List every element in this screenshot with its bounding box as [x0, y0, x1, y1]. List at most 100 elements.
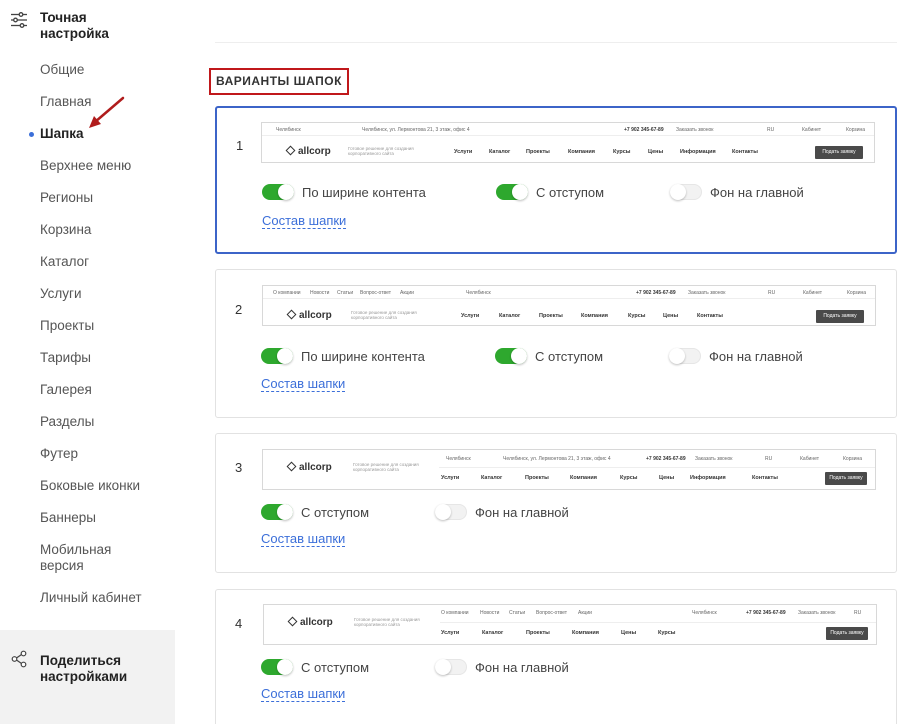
- sidebar-item-account[interactable]: Личный кабинет: [40, 590, 142, 622]
- sidebar-item-header[interactable]: Шапка: [29, 126, 142, 158]
- share-icon: [11, 650, 27, 668]
- toggle-switch[interactable]: [496, 184, 528, 200]
- toggle-with-padding[interactable]: С отступом: [261, 659, 369, 675]
- sidebar-menu: Общие Главная Шапка Верхнее меню Регионы…: [29, 62, 142, 622]
- sidebar-item-general[interactable]: Общие: [40, 62, 142, 94]
- toggle-with-padding[interactable]: С отступом: [496, 184, 604, 200]
- toggle-switch[interactable]: [670, 184, 702, 200]
- sidebar-item-gallery[interactable]: Галерея: [40, 382, 142, 414]
- toggle-switch[interactable]: [495, 348, 527, 364]
- header-composition-link[interactable]: Состав шапки: [261, 532, 346, 547]
- toggle-switch[interactable]: [435, 504, 467, 520]
- header-composition-link[interactable]: Состав шапки: [262, 214, 347, 229]
- sidebar-item-footer[interactable]: Футер: [40, 446, 142, 478]
- preview-nav-item: Контакты: [732, 149, 758, 155]
- sidebar-header: Точная настройка: [10, 10, 130, 42]
- preview-cabinet: Кабинет: [800, 456, 820, 462]
- variant-number: 2: [235, 302, 243, 317]
- preview-nav-item: Проекты: [525, 475, 549, 481]
- header-variant-card-3[interactable]: 3 allcorp Готовое решение для создания к…: [215, 433, 897, 573]
- preview-nav-item: Информация: [680, 149, 716, 155]
- preview-city: Челябинск: [692, 610, 717, 616]
- preview-logo: allcorp: [287, 616, 333, 628]
- sidebar-item-projects[interactable]: Проекты: [40, 318, 142, 350]
- preview-nav-item: Курсы: [620, 475, 638, 481]
- settings-sidebar: Точная настройка Общие Главная Шапка Вер…: [0, 0, 175, 724]
- toggle-switch[interactable]: [669, 348, 701, 364]
- preview-cart: Корзина: [847, 290, 867, 296]
- header-preview-3: allcorp Готовое решение для создания кор…: [262, 449, 876, 490]
- preview-callback: Заказать звонок: [798, 610, 836, 616]
- sliders-icon: [11, 12, 27, 28]
- toggle-bg-main[interactable]: Фон на главной: [669, 348, 803, 364]
- toggle-with-padding[interactable]: С отступом: [495, 348, 603, 364]
- preview-lang: RU: [854, 610, 862, 616]
- toggle-bg-main[interactable]: Фон на главной: [435, 504, 569, 520]
- sidebar-item-regions[interactable]: Регионы: [40, 190, 142, 222]
- header-preview-1: Челябинск Челябинск, ул. Лермонтова 21, …: [261, 122, 875, 163]
- preview-top-menu: Новости: [310, 290, 330, 296]
- preview-phone: +7 902 345-67-89: [624, 127, 664, 133]
- preview-nav-item: Цены: [663, 313, 679, 319]
- header-preview-2: О компании Новости Статьи Вопрос-ответ А…: [262, 285, 876, 326]
- preview-top-menu: Новости: [480, 610, 500, 616]
- preview-top-menu: Статьи: [509, 610, 526, 616]
- toggle-switch[interactable]: [262, 184, 294, 200]
- toggle-bg-main[interactable]: Фон на главной: [670, 184, 804, 200]
- toggle-switch[interactable]: [435, 659, 467, 675]
- preview-city: Челябинск: [466, 290, 491, 296]
- share-settings-label: Поделиться настройками: [40, 653, 128, 684]
- toggle-switch[interactable]: [261, 504, 293, 520]
- preview-nav-item: Каталог: [499, 313, 521, 319]
- toggle-with-padding[interactable]: С отступом: [261, 504, 369, 520]
- sidebar-item-side-icons[interactable]: Боковые иконки: [40, 478, 142, 510]
- toggle-content-width[interactable]: По ширине контента: [262, 184, 426, 200]
- preview-nav-item: Компания: [572, 630, 600, 636]
- preview-callback: Заказать звонок: [688, 290, 726, 296]
- preview-callback: Заказать звонок: [695, 456, 733, 462]
- preview-city: Челябинск: [276, 127, 301, 133]
- toggle-switch[interactable]: [261, 348, 293, 364]
- preview-nav-item: Компания: [568, 149, 596, 155]
- header-variant-card-1[interactable]: 1 Челябинск Челябинск, ул. Лермонтова 21…: [215, 106, 897, 254]
- sidebar-item-sections[interactable]: Разделы: [40, 414, 142, 446]
- sidebar-item-services[interactable]: Услуги: [40, 286, 142, 318]
- sidebar-item-tariffs[interactable]: Тарифы: [40, 350, 142, 382]
- preview-nav-item: Услуги: [441, 630, 460, 636]
- preview-top-menu: О компании: [273, 290, 301, 296]
- preview-nav-item: Компания: [570, 475, 598, 481]
- share-settings-button[interactable]: Поделиться настройками: [0, 630, 175, 724]
- preview-phone: +7 902 345-67-89: [746, 610, 786, 616]
- preview-phone: +7 902 345-67-89: [646, 456, 686, 462]
- preview-nav-item: Цены: [648, 149, 664, 155]
- header-variant-card-4[interactable]: 4 allcorp Готовое решение для создания к…: [215, 589, 897, 724]
- preview-nav-item: Компания: [581, 313, 609, 319]
- preview-top-menu: О компании: [441, 610, 469, 616]
- header-variant-card-2[interactable]: 2 О компании Новости Статьи Вопрос-ответ…: [215, 269, 897, 418]
- preview-nav-item: Каталог: [481, 475, 503, 481]
- preview-request-button: Подать заявку: [816, 310, 864, 323]
- toggle-content-width[interactable]: По ширине контента: [261, 348, 425, 364]
- preview-cart: Корзина: [846, 127, 866, 133]
- preview-nav-item: Курсы: [613, 149, 631, 155]
- header-composition-link[interactable]: Состав шапки: [261, 687, 346, 702]
- variant-number: 1: [236, 138, 244, 153]
- preview-top-menu: Статьи: [337, 290, 354, 296]
- sidebar-item-catalog[interactable]: Каталог: [40, 254, 142, 286]
- section-title: ВАРИАНТЫ ШАПОК: [209, 68, 349, 95]
- sidebar-item-top-menu[interactable]: Верхнее меню: [40, 158, 142, 190]
- toggle-switch[interactable]: [261, 659, 293, 675]
- sidebar-item-mobile[interactable]: Мобильная версия: [40, 542, 130, 590]
- preview-nav-item: Цены: [659, 475, 675, 481]
- preview-slogan: Готовое решение для создания корпоративн…: [354, 617, 420, 627]
- sidebar-item-cart[interactable]: Корзина: [40, 222, 142, 254]
- toggle-bg-main[interactable]: Фон на главной: [435, 659, 569, 675]
- preview-address: Челябинск, ул. Лермонтова 21, 3 этаж, оф…: [362, 127, 470, 133]
- preview-slogan: Готовое решение для создания корпоративн…: [351, 310, 417, 320]
- preview-top-menu: Акции: [400, 290, 414, 296]
- sidebar-item-banners[interactable]: Баннеры: [40, 510, 142, 542]
- preview-request-button: Подать заявку: [826, 627, 868, 640]
- preview-nav-item: Информация: [690, 475, 726, 481]
- header-composition-link[interactable]: Состав шапки: [261, 377, 346, 392]
- preview-nav-item: Проекты: [526, 149, 550, 155]
